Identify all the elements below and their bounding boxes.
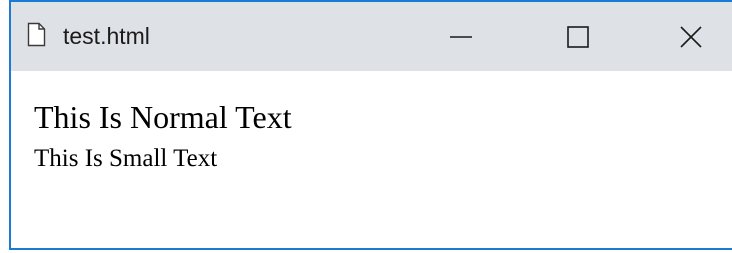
- page-content: This Is Normal Text This Is Small Text: [11, 71, 732, 248]
- maximize-icon: [566, 25, 590, 49]
- minimize-button[interactable]: [431, 2, 491, 71]
- title-bar[interactable]: test.html: [11, 2, 732, 71]
- minimize-icon: [449, 25, 473, 49]
- normal-text: This Is Normal Text: [34, 99, 292, 135]
- close-icon: [679, 25, 703, 49]
- small-text: This Is Small Text: [34, 145, 218, 172]
- window-title: test.html: [63, 23, 150, 49]
- page-icon: [27, 22, 46, 47]
- maximize-button[interactable]: [548, 2, 608, 71]
- close-button[interactable]: [661, 2, 721, 71]
- browser-window: test.html This Is Normal Text This Is Sm…: [9, 0, 732, 250]
